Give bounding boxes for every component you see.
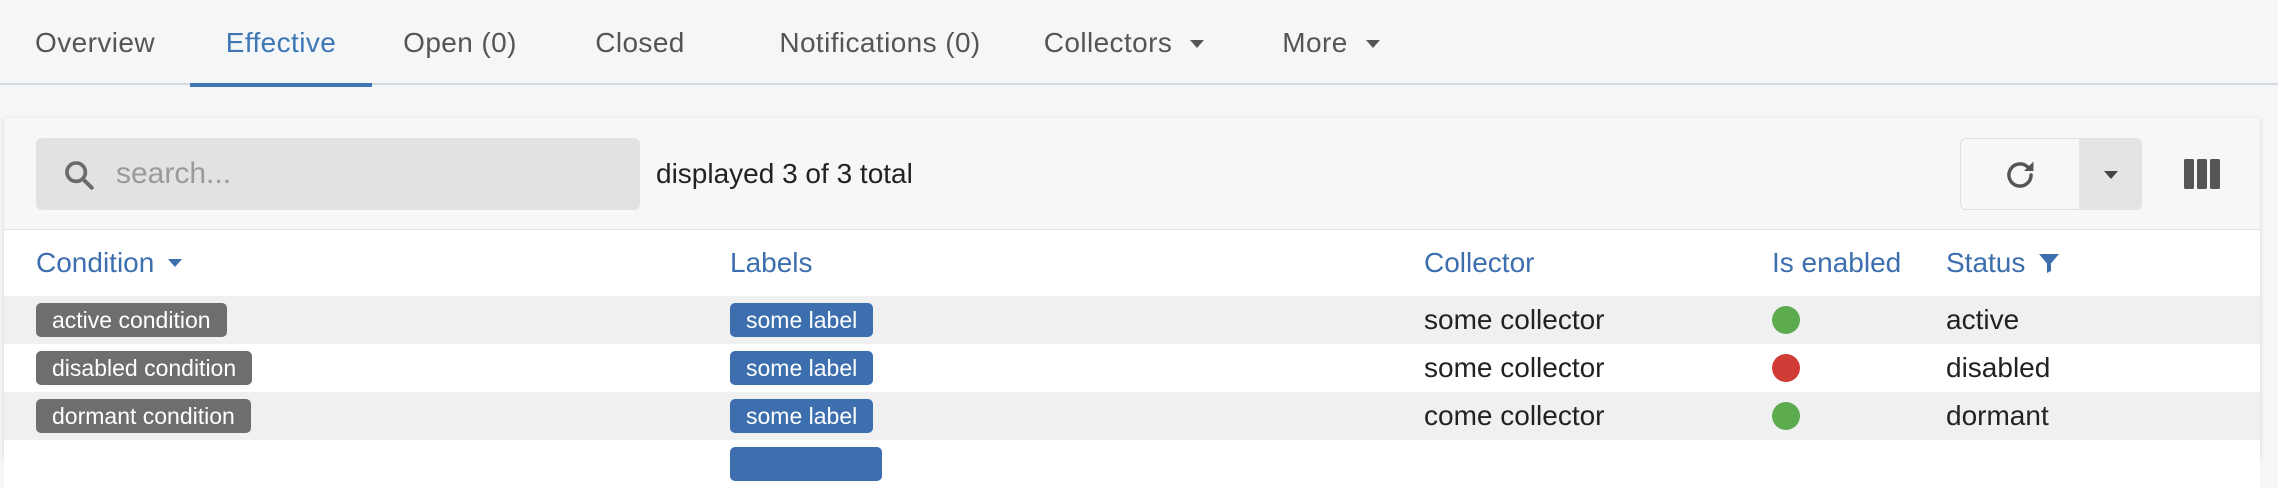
column-header-label: Condition (36, 247, 155, 278)
tab-collectors[interactable]: Collectors (1028, 0, 1220, 85)
column-header-status[interactable]: Status (1946, 230, 2061, 296)
status-cell: active (1946, 304, 2020, 335)
caret-down-icon (2104, 171, 2118, 179)
columns-icon (2184, 159, 2220, 189)
column-header-is-enabled[interactable]: Is enabled (1772, 230, 1901, 296)
tab-more-label: More (1282, 26, 1348, 58)
collector-cell: some collector (1424, 352, 1605, 383)
condition-tag[interactable]: dormant condition (36, 399, 251, 433)
table-row[interactable]: active condition some label some collect… (4, 296, 2260, 344)
columns-button[interactable] (2180, 152, 2224, 196)
sort-desc-icon (168, 259, 183, 267)
enabled-indicator (1772, 402, 1800, 430)
chevron-down-icon (1365, 39, 1380, 48)
tab-effective[interactable]: Effective (190, 0, 372, 87)
condition-tag[interactable]: disabled condition (36, 351, 253, 385)
toolbar: displayed 3 of 3 total (4, 118, 2260, 230)
label-tag[interactable]: some label (730, 303, 874, 337)
enabled-indicator (1772, 306, 1800, 334)
refresh-button[interactable] (1961, 139, 2079, 209)
tab-notifications[interactable]: Notifications (0) (732, 0, 1028, 85)
label-tag[interactable] (730, 447, 882, 481)
result-count: displayed 3 of 3 total (656, 158, 913, 189)
status-cell: dormant (1946, 400, 2049, 431)
tab-more[interactable]: More (1266, 0, 1396, 85)
filter-icon (2039, 254, 2060, 273)
search-input[interactable] (116, 138, 616, 210)
condition-tag[interactable]: active condition (36, 303, 227, 337)
tab-overview[interactable]: Overview (0, 0, 190, 85)
tab-closed[interactable]: Closed (548, 0, 732, 85)
table-row[interactable]: dormant condition some label come collec… (4, 392, 2260, 440)
column-header-collector[interactable]: Collector (1424, 230, 1534, 296)
search-box[interactable] (36, 138, 640, 210)
collector-cell: some collector (1424, 304, 1605, 335)
refresh-button-group (1960, 138, 2142, 210)
label-tag[interactable]: some label (730, 351, 874, 385)
table-row[interactable]: disabled condition some label some colle… (4, 344, 2260, 392)
refresh-menu-button[interactable] (2079, 139, 2141, 209)
label-tag[interactable]: some label (730, 399, 874, 433)
status-cell: disabled (1946, 352, 2051, 383)
column-header-label: Status (1946, 247, 2026, 278)
tab-open[interactable]: Open (0) (372, 0, 548, 85)
enabled-indicator (1772, 354, 1800, 382)
conditions-panel: displayed 3 of 3 total Condition (4, 118, 2260, 488)
chevron-down-icon (1190, 39, 1205, 48)
column-header-condition[interactable]: Condition (36, 230, 183, 296)
table-row[interactable] (4, 440, 2260, 488)
tab-collectors-label: Collectors (1043, 26, 1173, 58)
collector-cell: come collector (1424, 400, 1605, 431)
tab-bar: Overview Effective Open (0) Closed Notif… (0, 0, 2278, 87)
refresh-icon (2007, 161, 2034, 188)
column-header-labels[interactable]: Labels (730, 230, 813, 296)
table-header: Condition Labels Collector Is enabled St… (4, 230, 2260, 296)
search-icon (65, 161, 94, 190)
